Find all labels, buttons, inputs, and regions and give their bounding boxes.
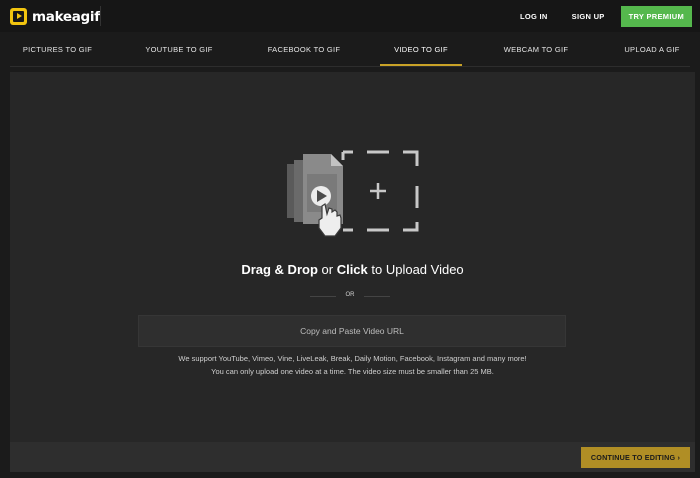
- or-line-right: [364, 296, 390, 297]
- tab-facebook-to-gif[interactable]: FACEBOOK TO GIF: [254, 32, 354, 67]
- upload-panel: Drag & Drop or Click to Upload Video OR …: [10, 72, 695, 472]
- logo[interactable]: makeagif: [10, 8, 100, 25]
- or-label: OR: [345, 292, 355, 298]
- header-nav: LOG IN SIGN UP TRY PREMIUM: [508, 6, 692, 27]
- upload-title-or: or: [317, 262, 337, 277]
- try-premium-button[interactable]: TRY PREMIUM: [620, 6, 692, 27]
- video-url-input[interactable]: [138, 315, 566, 347]
- or-separator: OR: [310, 291, 390, 301]
- chevron-right-icon: ›: [677, 453, 681, 462]
- support-line-2: You can only upload one video at a time.…: [211, 367, 494, 376]
- tab-upload-a-gif[interactable]: UPLOAD A GIF: [612, 32, 692, 67]
- login-link[interactable]: LOG IN: [508, 12, 560, 21]
- tab-video-to-gif[interactable]: VIDEO TO GIF: [380, 32, 462, 67]
- tab-youtube-to-gif[interactable]: YOUTUBE TO GIF: [130, 32, 228, 67]
- upload-title-rest: to Upload Video: [367, 262, 464, 277]
- video-upload-icon: [287, 150, 419, 237]
- support-text: We support YouTube, Vimeo, Vine, LiveLea…: [10, 352, 695, 378]
- logo-text: makeagif: [32, 8, 100, 25]
- support-line-1: We support YouTube, Vimeo, Vine, LiveLea…: [178, 354, 527, 363]
- signup-link[interactable]: SIGN UP: [560, 12, 617, 21]
- footer-bar: CONTINUE TO EDITING ›: [10, 442, 695, 472]
- tab-pictures-to-gif[interactable]: PICTURES TO GIF: [10, 32, 105, 67]
- tab-webcam-to-gif[interactable]: WEBCAM TO GIF: [492, 32, 580, 67]
- continue-label: CONTINUE TO EDITING: [590, 453, 676, 462]
- tabs-divider: [10, 66, 690, 67]
- logo-play-icon: [10, 8, 27, 25]
- header-divider: [100, 6, 101, 26]
- continue-to-editing-button[interactable]: CONTINUE TO EDITING ›: [581, 447, 690, 468]
- drop-zone[interactable]: Drag & Drop or Click to Upload Video OR …: [10, 72, 695, 442]
- upload-title: Drag & Drop or Click to Upload Video: [10, 262, 695, 277]
- tab-bar: PICTURES TO GIF YOUTUBE TO GIF FACEBOOK …: [0, 32, 700, 67]
- top-header: makeagif LOG IN SIGN UP TRY PREMIUM: [0, 0, 700, 32]
- upload-title-drag: Drag & Drop: [241, 262, 318, 277]
- upload-title-click[interactable]: Click: [337, 262, 368, 277]
